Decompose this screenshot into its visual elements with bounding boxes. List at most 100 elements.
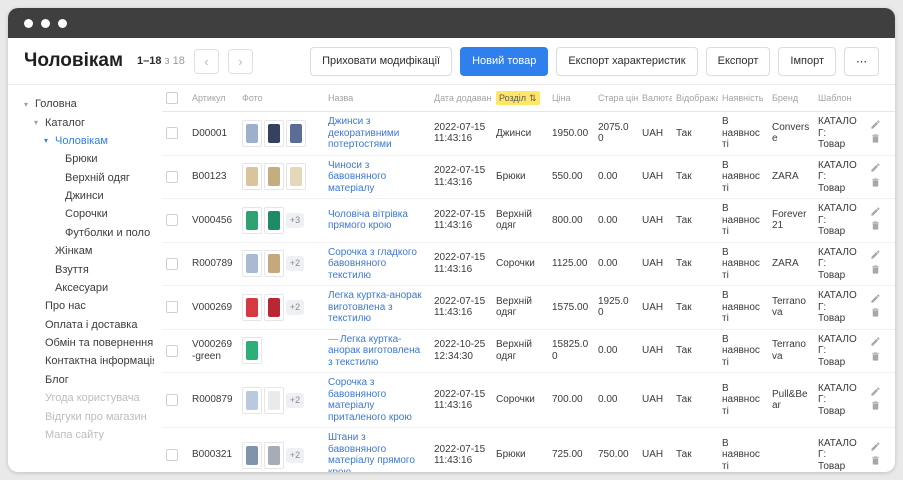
edit-button[interactable] bbox=[870, 293, 881, 308]
row-checkbox[interactable] bbox=[166, 258, 178, 270]
cell-display: Так bbox=[672, 373, 718, 428]
edit-button[interactable] bbox=[870, 206, 881, 221]
delete-button[interactable] bbox=[870, 307, 881, 322]
template-value: Товар bbox=[818, 357, 862, 369]
product-name-link[interactable]: Сорочка з гладкого бавовняного текстилю bbox=[328, 247, 417, 281]
import-button[interactable]: Імпорт bbox=[778, 47, 836, 76]
table-row: D00001 Джинси з декоративними потертостя… bbox=[162, 112, 895, 156]
cell-template: КАТАЛОГ:Товар bbox=[814, 286, 866, 330]
export-button[interactable]: Експорт bbox=[706, 47, 771, 76]
sidebar-item-aksesuary[interactable]: ▾ Аксесуари bbox=[24, 279, 154, 297]
cell-price: 1125.00 bbox=[548, 242, 594, 286]
garment-image bbox=[246, 446, 258, 465]
cell-name: Легка куртка-анорак виготовлена з тексти… bbox=[324, 286, 430, 330]
cell-currency: UAH bbox=[638, 112, 672, 156]
template-type: КАТАЛОГ: bbox=[818, 160, 862, 183]
edit-button[interactable] bbox=[870, 386, 881, 401]
product-name-link[interactable]: Чоловіча вітрівка прямого крою bbox=[328, 209, 408, 232]
row-checkbox[interactable] bbox=[166, 301, 178, 313]
garment-image bbox=[268, 124, 280, 143]
edit-button[interactable] bbox=[870, 119, 881, 134]
product-name-link[interactable]: Чиноси з бавовняного матеріалу bbox=[328, 160, 386, 194]
column-header-date[interactable]: Дата додавання bbox=[430, 85, 492, 112]
cell-availability: В наявності bbox=[718, 286, 768, 330]
row-checkbox[interactable] bbox=[166, 127, 178, 139]
thumbnails: +2 bbox=[242, 250, 320, 277]
delete-button[interactable] bbox=[870, 220, 881, 235]
sidebar-item-blog[interactable]: ▾ Блог bbox=[24, 371, 154, 389]
select-all-checkbox[interactable] bbox=[166, 92, 178, 104]
column-header-section[interactable]: Розділ⇅ bbox=[492, 85, 548, 112]
column-header-display[interactable]: Відображати bbox=[672, 85, 718, 112]
row-checkbox[interactable] bbox=[166, 345, 178, 357]
edit-button[interactable] bbox=[870, 249, 881, 264]
row-checkbox[interactable] bbox=[166, 171, 178, 183]
delete-button[interactable] bbox=[870, 455, 881, 470]
window-control-dot-1[interactable] bbox=[24, 19, 33, 28]
sidebar-item-kontaktna-informatsiya[interactable]: ▾ Контактна інформація bbox=[24, 352, 154, 370]
hide-modifications-button[interactable]: Приховати модифікації bbox=[310, 47, 452, 76]
sidebar-item-vzuttya[interactable]: ▾ Взуття bbox=[24, 260, 154, 278]
sidebar-item-obmin-ta-povernennya[interactable]: ▾ Обмін та повернення bbox=[24, 334, 154, 352]
sidebar-item-vidguky-pro-magazyn[interactable]: ▾ Відгуки про магазин bbox=[24, 407, 154, 425]
edit-button[interactable] bbox=[870, 336, 881, 351]
sidebar-item-dzhynsy[interactable]: ▾ Джинси bbox=[24, 187, 154, 205]
cell-currency: UAH bbox=[638, 155, 672, 199]
product-thumbnail bbox=[242, 163, 262, 190]
delete-button[interactable] bbox=[870, 400, 881, 415]
next-page-button[interactable]: › bbox=[228, 49, 253, 74]
product-name-link[interactable]: Джинси з декоративними потертостями bbox=[328, 116, 399, 150]
products-table: АртикулФотоНазваДата додаванняРозділ⇅Цін… bbox=[162, 85, 895, 472]
sidebar-item-katalog[interactable]: ▾ Каталог bbox=[24, 113, 154, 131]
product-name-link[interactable]: Штани з бавовняного матеріалу прямого кр… bbox=[328, 432, 415, 472]
delete-button[interactable] bbox=[870, 351, 881, 366]
date-added: 2022-10-25 bbox=[434, 339, 488, 351]
sidebar-item-zhinkam[interactable]: ▾ Жінкам bbox=[24, 242, 154, 260]
sidebar-item-ugoda-korystuvacha[interactable]: ▾ Угода користувача bbox=[24, 389, 154, 407]
template-type: КАТАЛОГ: bbox=[818, 116, 862, 139]
column-header-article[interactable]: Артикул bbox=[188, 85, 238, 112]
sidebar-item-futbolky-i-polo[interactable]: ▾ Футболки и поло bbox=[24, 224, 154, 242]
column-header-currency[interactable]: Валюта bbox=[638, 85, 672, 112]
sidebar-item-cholovikam[interactable]: ▾ Чоловікам bbox=[24, 132, 154, 150]
row-checkbox[interactable] bbox=[166, 214, 178, 226]
delete-button[interactable] bbox=[870, 133, 881, 148]
column-header-old_price[interactable]: Стара ціна bbox=[594, 85, 638, 112]
product-name-link[interactable]: Легка куртка-анорак виготовлена з тексти… bbox=[328, 334, 420, 368]
edit-button[interactable] bbox=[870, 441, 881, 456]
product-name-link[interactable]: Легка куртка-анорак виготовлена з тексти… bbox=[328, 290, 422, 324]
row-checkbox[interactable] bbox=[166, 394, 178, 406]
cell-date: 2022-07-1511:43:16 bbox=[430, 112, 492, 156]
cell-old-price: 0.00 bbox=[594, 329, 638, 373]
window-control-dot-3[interactable] bbox=[58, 19, 67, 28]
new-product-button[interactable]: Новий товар bbox=[460, 47, 548, 76]
sidebar-item-pro-nas[interactable]: ▾ Про нас bbox=[24, 297, 154, 315]
table-body: D00001 Джинси з декоративними потертостя… bbox=[162, 112, 895, 473]
delete-button[interactable] bbox=[870, 264, 881, 279]
window-control-dot-2[interactable] bbox=[41, 19, 50, 28]
sidebar-item-oplata-i-dostavka[interactable]: ▾ Оплата і доставка bbox=[24, 316, 154, 334]
pagination-range: 1–18 bbox=[137, 55, 161, 67]
column-header-template[interactable]: Шаблон bbox=[814, 85, 866, 112]
export-characteristics-button[interactable]: Експорт характеристик bbox=[556, 47, 697, 76]
delete-button[interactable] bbox=[870, 177, 881, 192]
sidebar-item-bryuky[interactable]: ▾ Брюки bbox=[24, 150, 154, 168]
column-header-brand[interactable]: Бренд bbox=[768, 85, 814, 112]
column-header-availability[interactable]: Наявність bbox=[718, 85, 768, 112]
column-header-photo[interactable]: Фото bbox=[238, 85, 324, 112]
sidebar-item-mapa-saytu[interactable]: ▾ Мапа сайту bbox=[24, 426, 154, 444]
edit-button[interactable] bbox=[870, 162, 881, 177]
sidebar-item-golovna[interactable]: ▾ Головна bbox=[24, 95, 154, 113]
product-thumbnail bbox=[264, 207, 284, 234]
prev-page-button[interactable]: ‹ bbox=[194, 49, 219, 74]
sort-icon[interactable]: ⇅ bbox=[529, 93, 537, 103]
column-header-name[interactable]: Назва bbox=[324, 85, 430, 112]
product-name-link[interactable]: Сорочка з бавовняного матеріалу притален… bbox=[328, 377, 412, 423]
sidebar-item-verkhniy-odyag[interactable]: ▾ Верхній одяг bbox=[24, 169, 154, 187]
sidebar-item-sorochky[interactable]: ▾ Сорочки bbox=[24, 205, 154, 223]
pencil-icon bbox=[870, 336, 881, 347]
column-header-price[interactable]: Ціна bbox=[548, 85, 594, 112]
more-button[interactable]: ⋯ bbox=[844, 47, 879, 76]
garment-image bbox=[268, 391, 280, 410]
row-checkbox[interactable] bbox=[166, 449, 178, 461]
